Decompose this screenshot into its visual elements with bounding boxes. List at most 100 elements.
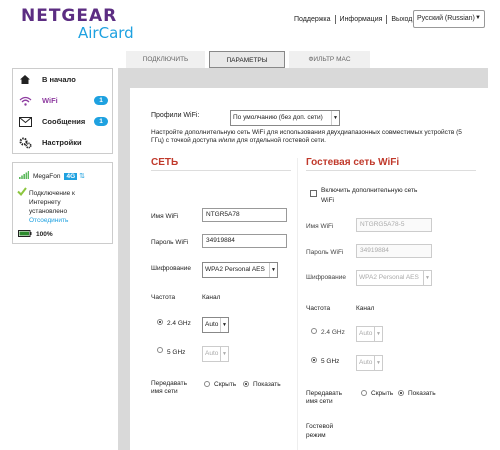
freq-5-label: 5 GHz — [167, 349, 186, 356]
chevron-down-icon: ▼ — [374, 327, 382, 341]
battery-level: 100% — [36, 231, 53, 238]
sidebar-item-label: WiFi — [42, 96, 58, 105]
encryption-select[interactable]: WPA2 Personal AES ▼ — [202, 262, 278, 278]
guest-freq-5-radio[interactable] — [311, 357, 317, 363]
guest-broadcast-show-label: Показать — [408, 390, 436, 397]
section-divider — [151, 170, 291, 171]
language-select[interactable]: Русский (Russian) ▼ — [413, 10, 485, 28]
profile-description: Настройте дополнительную сеть WiFi для и… — [151, 129, 462, 144]
chevron-down-icon: ▼ — [220, 347, 228, 361]
freq-5-radio[interactable] — [157, 347, 163, 353]
guest-password-input[interactable]: 34919884 — [356, 244, 432, 258]
broadcast-hide-label: Скрыть — [214, 381, 237, 388]
status-box: MegaFon 4G ⇅ Подключение к Интернету уст… — [12, 162, 113, 244]
home-icon — [18, 74, 32, 86]
channel-5-select[interactable]: Auto ▼ — [202, 346, 229, 362]
guest-mode-label: Гостевой — [306, 423, 334, 430]
connection-line: Подключение к — [29, 190, 75, 197]
section-divider — [306, 170, 476, 171]
guest-section-title: Гостевая сеть WiFi — [306, 157, 400, 168]
guest-broadcast-show-radio[interactable] — [398, 390, 404, 396]
chevron-down-icon: ▼ — [269, 263, 277, 277]
broadcast-show-radio[interactable] — [243, 381, 249, 387]
sidebar-item-label: Сообщения — [42, 117, 86, 126]
wifi-password-input[interactable]: 34919884 — [202, 234, 287, 248]
battery-icon — [18, 230, 32, 239]
network-badge: 4G — [64, 172, 78, 180]
profile-value: По умолчанию (без доп. сети) — [233, 114, 323, 121]
brand-logo: NETGEAR — [21, 6, 118, 26]
product-name: AirCard — [78, 24, 134, 42]
freq-24-label: 2.4 GHz — [167, 320, 191, 327]
broadcast-label: имя сети — [151, 388, 178, 395]
guest-encryption-select[interactable]: WPA2 Personal AES ▼ — [356, 270, 432, 286]
guest-password-label: Пароль WiFi — [306, 249, 344, 256]
guest-freq-24-radio[interactable] — [311, 328, 317, 334]
guest-freq-24-label: 2.4 GHz — [321, 329, 345, 336]
wifi-name-label: Имя WiFi — [151, 213, 179, 220]
guest-mode-label: режим — [306, 432, 326, 439]
frequency-label: Частота — [151, 294, 176, 301]
connection-line: установлено — [29, 208, 68, 215]
sidebar-item-messages[interactable]: Сообщения 1 — [13, 111, 112, 132]
guest-broadcast-label: Передавать — [306, 390, 342, 397]
profile-label: Профили WiFi: — [151, 112, 200, 119]
sidebar-item-settings[interactable]: Настройки — [13, 132, 112, 153]
info-link[interactable]: Информация — [336, 16, 387, 23]
profile-select[interactable]: По умолчанию (без доп. сети) ▼ — [230, 110, 340, 126]
guest-freq-5-label: 5 GHz — [321, 358, 340, 365]
enable-guest-label: Включить дополнительную сеть — [321, 187, 418, 194]
channel-value: Auto — [359, 330, 373, 337]
guest-wifi-name-label: Имя WiFi — [306, 223, 334, 230]
wifi-password-label: Пароль WiFi — [151, 239, 189, 246]
carrier-name: MegaFon — [33, 172, 61, 180]
guest-encryption-label: Шифрование — [306, 274, 346, 281]
channel-value: Auto — [205, 321, 219, 328]
chevron-down-icon: ▼ — [423, 271, 431, 285]
guest-channel-24-select[interactable]: Auto ▼ — [356, 326, 383, 342]
signal-icon — [19, 171, 29, 181]
chevron-down-icon: ▼ — [475, 15, 481, 21]
guest-frequency-label: Частота — [306, 305, 331, 312]
check-icon — [17, 187, 27, 198]
guest-channel-label: Канал — [356, 305, 375, 312]
sidebar-item-wifi[interactable]: WiFi 1 — [13, 90, 112, 111]
guest-channel-5-select[interactable]: Auto ▼ — [356, 355, 383, 371]
guest-broadcast-hide-radio[interactable] — [361, 390, 367, 396]
sidebar-item-label: Настройки — [42, 138, 82, 147]
gears-icon — [18, 137, 32, 149]
channel-24-select[interactable]: Auto ▼ — [202, 317, 229, 333]
sidebar-item-label: В начало — [42, 75, 76, 84]
disconnect-link[interactable]: Отсоединить — [29, 216, 114, 225]
chevron-down-icon: ▼ — [220, 318, 228, 332]
broadcast-hide-radio[interactable] — [204, 381, 210, 387]
network-section-title: СЕТЬ — [151, 157, 179, 168]
enable-guest-checkbox[interactable] — [310, 190, 317, 197]
guest-wifi-name-input[interactable]: NTGRG5A78-5 — [356, 218, 432, 232]
tab-connect[interactable]: ПОДКЛЮЧИТЬ — [126, 51, 205, 68]
broadcast-label: Передавать — [151, 380, 187, 387]
language-value: Русский (Russian) — [417, 15, 475, 22]
notification-badge: 1 — [94, 117, 108, 126]
sidebar-item-home[interactable]: В начало — [13, 69, 112, 90]
chevron-down-icon: ▼ — [331, 111, 339, 125]
support-link[interactable]: Поддержка — [290, 16, 335, 23]
column-divider — [297, 158, 298, 450]
connection-line: Интернету — [29, 199, 61, 206]
enable-guest-label: WiFi — [321, 197, 334, 204]
sidebar: В начало WiFi 1 Сообщения 1 Настройки — [12, 68, 113, 154]
wifi-name-input[interactable]: NTGR5A78 — [202, 208, 287, 222]
encryption-label: Шифрование — [151, 265, 191, 272]
header-links: Поддержка Информация Выход — [290, 15, 416, 24]
wifi-icon — [18, 95, 32, 107]
tab-mac-filter[interactable]: ФИЛЬТР MAC — [289, 51, 370, 68]
carrier-info: MegaFon 4G ⇅ — [19, 171, 85, 181]
freq-24-radio[interactable] — [157, 319, 163, 325]
tab-settings[interactable]: ПАРАМЕТРЫ — [209, 51, 285, 68]
guest-broadcast-hide-label: Скрыть — [371, 390, 394, 397]
broadcast-show-label: Показать — [253, 381, 281, 388]
data-transfer-icon: ⇅ — [79, 173, 86, 180]
logout-link[interactable]: Выход — [387, 16, 416, 23]
envelope-icon — [18, 116, 32, 128]
channel-label: Канал — [202, 294, 221, 301]
